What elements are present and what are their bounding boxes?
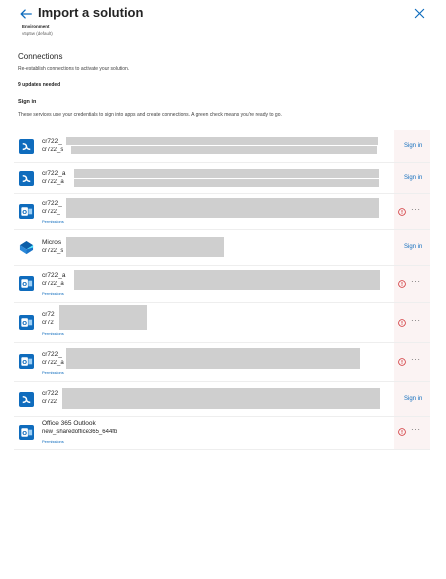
sharepoint-icon xyxy=(19,240,34,255)
panel-header: Import a solution xyxy=(0,0,446,30)
redacted-block xyxy=(66,348,360,369)
more-options-button[interactable]: ··· xyxy=(411,425,421,434)
dataverse-icon xyxy=(19,171,34,186)
warning-icon xyxy=(398,280,406,288)
connection-row: O cr722_ cr722_ Permissions ··· xyxy=(14,194,430,230)
connection-name: cr722_s xyxy=(42,147,64,153)
connection-title: cr722_ xyxy=(42,138,62,145)
connection-title: Office 365 Outlook xyxy=(42,420,96,427)
sign-in-link[interactable]: Sign in xyxy=(404,396,422,402)
connection-row: O Office 365 Outlook new_sharedoffice365… xyxy=(14,417,430,450)
outlook-icon: O xyxy=(19,425,34,440)
permissions-link[interactable]: Permissions xyxy=(42,219,64,224)
redacted-block xyxy=(62,388,380,409)
redacted-block xyxy=(74,270,380,290)
environment-value: v5p5w (default) xyxy=(22,31,53,36)
connection-name: cr722 xyxy=(42,399,58,405)
dataverse-icon xyxy=(19,139,34,154)
connections-subtitle: Re-establish connections to activate you… xyxy=(18,66,130,72)
svg-text:O: O xyxy=(22,210,27,216)
close-icon[interactable] xyxy=(414,8,425,19)
redacted-block xyxy=(74,179,379,187)
more-options-button[interactable]: ··· xyxy=(411,355,421,364)
outlook-icon: O xyxy=(19,204,34,219)
outlook-icon: O xyxy=(19,315,34,330)
connection-title: cr722_a xyxy=(42,272,66,279)
connections-heading: Connections xyxy=(18,52,63,61)
permissions-link[interactable]: Permissions xyxy=(42,331,64,336)
sign-in-link[interactable]: Sign in xyxy=(404,244,422,250)
warning-icon xyxy=(398,319,406,327)
connection-title: cr722_ xyxy=(42,351,62,358)
page-title: Import a solution xyxy=(38,5,144,20)
more-options-button[interactable]: ··· xyxy=(411,205,421,214)
connection-title: cr722_ xyxy=(42,200,62,207)
connection-row: O cr722_a cr722_a Permissions ··· xyxy=(14,266,430,303)
connection-title: Micros xyxy=(42,239,62,246)
connection-row: O cr72 cr72 Permissions ··· xyxy=(14,303,430,343)
sign-in-link[interactable]: Sign in xyxy=(404,175,422,181)
warning-icon xyxy=(398,358,406,366)
warning-icon xyxy=(398,428,406,436)
connection-name: cr72 xyxy=(42,320,54,326)
connection-name: cr722_a xyxy=(42,281,64,287)
connection-name: cr722_ xyxy=(42,209,61,215)
sign-in-heading: Sign in xyxy=(18,99,37,105)
permissions-link[interactable]: Permissions xyxy=(42,291,64,296)
redacted-block xyxy=(66,198,379,218)
sign-in-description: These services use your credentials to s… xyxy=(18,112,282,118)
connection-name: cr722_a xyxy=(42,360,64,366)
connection-name: new_sharedoffice365_644fb xyxy=(42,429,118,435)
svg-text:O: O xyxy=(22,282,27,288)
outlook-icon: O xyxy=(19,276,34,291)
connection-row: cr722 cr722 Sign in xyxy=(14,382,430,417)
connection-title: cr722_a xyxy=(42,170,66,177)
redacted-block xyxy=(66,237,224,257)
connection-row: O cr722_ cr722_a Permissions ··· xyxy=(14,343,430,382)
redacted-block xyxy=(59,305,147,330)
dataverse-icon xyxy=(19,392,34,407)
redacted-block xyxy=(66,137,378,145)
connection-name: cr722_s xyxy=(42,248,64,254)
sign-in-link[interactable]: Sign in xyxy=(404,143,422,149)
updates-needed-text: 9 updates needed xyxy=(18,82,61,88)
environment-label: Environment xyxy=(22,24,50,29)
permissions-link[interactable]: Permissions xyxy=(42,439,64,444)
back-arrow-icon[interactable] xyxy=(19,7,33,21)
connection-name: cr722_a xyxy=(42,179,64,185)
svg-text:O: O xyxy=(22,321,27,327)
connection-row: cr722_a cr722_a Sign in xyxy=(14,163,430,194)
permissions-link[interactable]: Permissions xyxy=(42,370,64,375)
redacted-block xyxy=(71,146,377,154)
redacted-block xyxy=(74,169,379,178)
connection-row: cr722_ cr722_s Sign in xyxy=(14,130,430,163)
connection-row: Micros cr722_s Sign in xyxy=(14,230,430,266)
connection-title: cr722 xyxy=(42,390,59,397)
outlook-icon: O xyxy=(19,354,34,369)
connection-title: cr72 xyxy=(42,311,55,318)
more-options-button[interactable]: ··· xyxy=(411,277,421,286)
warning-icon xyxy=(398,208,406,216)
svg-text:O: O xyxy=(22,431,27,437)
svg-text:O: O xyxy=(22,360,27,366)
more-options-button[interactable]: ··· xyxy=(411,316,421,325)
